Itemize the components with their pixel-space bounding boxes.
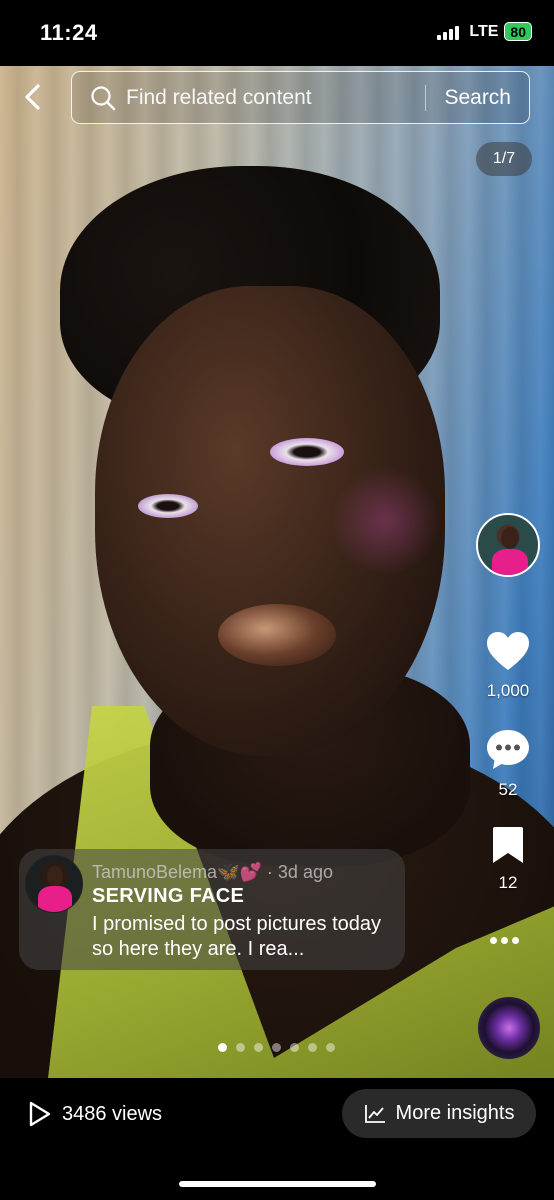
search-button[interactable]: Search — [426, 86, 529, 110]
views-count: 3486 views — [62, 1102, 163, 1125]
comment-icon — [487, 730, 529, 769]
search-input[interactable]: Find related content — [126, 86, 425, 110]
signal-icon — [437, 24, 460, 40]
bookmark-icon — [493, 827, 523, 863]
search-icon — [91, 85, 116, 110]
photo-eye-left — [138, 494, 198, 518]
photo-eye-right — [270, 438, 344, 466]
heart-icon — [487, 632, 529, 670]
like-button[interactable]: 1,000 — [476, 630, 540, 701]
back-arrow-icon — [25, 84, 40, 110]
sound-disc[interactable] — [478, 997, 540, 1059]
page-dot[interactable] — [308, 1043, 317, 1052]
views-stat: 3486 views — [28, 1101, 162, 1127]
bottom-bar: 3486 views More insights — [0, 1078, 554, 1200]
home-indicator[interactable] — [179, 1181, 376, 1187]
page-dot[interactable] — [254, 1043, 263, 1052]
avatar-body — [492, 549, 528, 575]
page-dot[interactable] — [218, 1043, 227, 1052]
caption-avatar[interactable] — [25, 855, 83, 913]
avatar-head — [501, 527, 519, 549]
status-bar: 11:24 LTE 80 — [0, 0, 554, 66]
page-dot[interactable] — [326, 1043, 335, 1052]
more-icon[interactable] — [490, 937, 519, 944]
avatar-body — [38, 886, 72, 912]
play-icon — [29, 1101, 51, 1127]
battery-icon: 80 — [504, 22, 532, 41]
caption-username[interactable]: TamunoBelema🦋💕 — [92, 862, 262, 882]
photo-pagination — [218, 1043, 335, 1052]
caption-body: I promised to post pictures today so her… — [92, 913, 382, 960]
network-type: LTE — [469, 22, 499, 40]
page-dot[interactable] — [236, 1043, 245, 1052]
status-time: 11:24 — [40, 20, 98, 45]
search-bar[interactable]: Find related content Search — [71, 71, 530, 124]
comment-count: 52 — [498, 780, 518, 799]
status-indicators: LTE 80 — [437, 22, 532, 41]
bookmark-count: 12 — [498, 873, 518, 892]
more-insights-label[interactable]: More insights — [396, 1102, 515, 1125]
avatar-head — [47, 866, 63, 886]
caption-meta: TamunoBelema🦋💕 · 3d ago — [92, 862, 333, 883]
more-insights-button[interactable]: More insights — [342, 1089, 536, 1138]
creator-avatar[interactable] — [476, 513, 540, 577]
caption-title: SERVING FACE — [92, 885, 245, 907]
photo-counter: 1/7 — [476, 142, 532, 176]
comment-button[interactable]: 52 — [476, 727, 540, 800]
caption-card[interactable]: TamunoBelema🦋💕 · 3d ago SERVING FACE I p… — [19, 849, 405, 970]
photo-lips — [218, 604, 336, 666]
caption-time: · 3d ago — [266, 862, 333, 882]
chart-icon — [364, 1104, 385, 1123]
photo-blush — [330, 466, 440, 576]
page-dot[interactable] — [290, 1043, 299, 1052]
bookmark-button[interactable]: 12 — [476, 826, 540, 893]
back-button[interactable] — [18, 82, 48, 112]
like-count: 1,000 — [486, 681, 530, 700]
page-dot[interactable] — [272, 1043, 281, 1052]
